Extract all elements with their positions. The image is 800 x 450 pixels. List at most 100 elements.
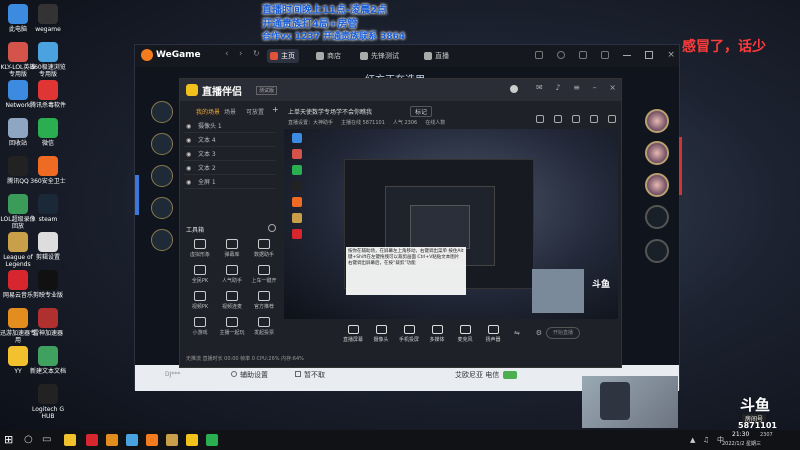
tool-label: 视频PK [191, 304, 209, 310]
tab-scenes[interactable]: 场景 [224, 107, 236, 116]
layout-icon[interactable] [590, 115, 598, 123]
add-scene-icon[interactable]: + [272, 105, 279, 114]
desktop-icon[interactable]: 新建文本文档 [30, 346, 66, 375]
desktop-icon[interactable]: 360极速浏览专用版 [30, 42, 66, 78]
screenshot-icon[interactable] [536, 115, 544, 123]
desktop-icon[interactable]: wegame [30, 4, 66, 33]
desktop-icon-label: 新建文本文档 [30, 368, 67, 375]
desktop-icon[interactable]: steam [30, 194, 66, 223]
desktop-icon-label: wegame [35, 26, 61, 33]
taskbar-lol-icon[interactable] [166, 434, 178, 446]
network-icon[interactable]: ▲ [690, 434, 695, 446]
app-icon [8, 42, 28, 62]
minimize-icon[interactable] [623, 55, 632, 56]
close-icon[interactable]: × [609, 83, 616, 92]
toolbox-more-icon[interactable] [268, 224, 276, 232]
overlay-line-3: 合作vx 1237 开通贵族联系 3864 [262, 32, 406, 42]
user-avatar-icon[interactable] [510, 85, 518, 93]
status-item: 在线人数 [425, 120, 446, 126]
toolbox-item[interactable]: 虚拟形象 [186, 239, 214, 258]
tab-pioneer-test[interactable]: 先锋测试 [357, 49, 403, 63]
search-icon[interactable]: ○ [24, 434, 33, 446]
task-view-icon[interactable]: ▭ [42, 434, 51, 446]
bell-icon[interactable]: ♪ [555, 83, 560, 92]
toolbox-item[interactable]: 主播一起玩 [218, 317, 246, 336]
visibility-eye-icon[interactable]: ◉ [186, 121, 191, 133]
taskbar-accelerator-icon[interactable] [106, 434, 118, 446]
visibility-eye-icon[interactable]: ◉ [186, 135, 191, 147]
stream-tag-button[interactable]: 标记 [410, 106, 433, 117]
record-icon[interactable] [554, 115, 562, 123]
taskbar-wechat-icon[interactable] [206, 434, 218, 446]
desktop-icon[interactable]: 剪映专业版 [30, 270, 66, 299]
desktop-icon[interactable]: 剪辑设置 [30, 232, 66, 261]
skip-button[interactable]: 暂不取 [295, 370, 325, 380]
volume-icon[interactable]: ♫ [703, 434, 709, 446]
tab-my-scenes[interactable]: 我的场景 [196, 107, 220, 116]
mail-icon[interactable] [579, 51, 588, 59]
preview-canvas[interactable]: 按你在辅助场，在屏幕左上角移动，右键调出菜单 按住Alt键+Shift在左键拖拽… [284, 129, 618, 319]
scene-row[interactable]: ◉ 文本 3 [184, 149, 276, 161]
tab-placeable[interactable]: 可放置 [246, 107, 264, 116]
back-icon[interactable]: ‹ [225, 49, 229, 59]
desktop-icon[interactable]: 360安全卫士 [30, 156, 66, 185]
share-icon[interactable] [572, 115, 580, 123]
bottom-tool-button[interactable]: 扬声器 [478, 325, 508, 343]
desktop-icon[interactable]: 雷神加速器 [30, 308, 66, 337]
taskbar-browser-icon[interactable] [126, 434, 138, 446]
bottom-tool-button[interactable]: 多媒体 [422, 325, 452, 343]
menu-icon[interactable]: ≡ [573, 83, 580, 92]
chat-icon[interactable] [535, 51, 543, 59]
tool-icon [226, 265, 238, 275]
taskbar-wegame-icon[interactable] [146, 434, 158, 446]
scene-row[interactable]: ◉ 文本 4 [184, 135, 276, 147]
taskbar-music-icon[interactable] [86, 434, 98, 446]
mail-icon[interactable]: ✉ [536, 83, 543, 92]
toolbox-item[interactable]: 官方推荐 [250, 291, 278, 310]
tab-home[interactable]: 主页 [267, 49, 299, 63]
user-icon[interactable] [557, 51, 566, 59]
toolbox-item[interactable]: 小游戏 [186, 317, 214, 336]
refresh-icon[interactable]: ↻ [253, 49, 260, 58]
tool-icon [194, 265, 206, 275]
taskbar-companion-icon[interactable] [186, 434, 198, 446]
desktop-icon[interactable]: Logitech G HUB [30, 384, 66, 420]
bottom-tool-button[interactable]: 摄像头 [366, 325, 396, 343]
fullscreen-icon[interactable] [608, 115, 616, 123]
bottom-tool-button[interactable]: 麦克风 [450, 325, 480, 343]
bottom-tool-button[interactable]: 直播屏幕 [338, 325, 368, 343]
bottom-tool-button[interactable]: 手机投屏 [394, 325, 424, 343]
visibility-eye-icon[interactable]: ◉ [186, 149, 191, 161]
settings-icon[interactable] [601, 51, 610, 59]
windows-start-icon[interactable]: ⊞ [4, 434, 13, 446]
toolbox-item[interactable]: 上车一键开 [250, 265, 278, 284]
toolbox-item[interactable]: 弹幕库 [218, 239, 246, 258]
minimize-icon[interactable]: – [593, 83, 597, 92]
red-avatar-5 [645, 239, 669, 263]
close-icon[interactable]: × [667, 51, 675, 61]
scene-row[interactable]: ◉ 摄像头 1 [184, 121, 276, 133]
desktop-icon[interactable]: 微信 [30, 118, 66, 147]
app-icon [38, 270, 58, 290]
scene-row[interactable]: ◉ 全屏 1 [184, 177, 276, 189]
toolbox-item[interactable]: 数据助手 [250, 239, 278, 258]
visibility-eye-icon[interactable]: ◉ [186, 177, 191, 189]
assist-settings-button[interactable]: 辅助设置 [231, 370, 268, 380]
forward-icon[interactable]: › [239, 49, 243, 59]
tool-label: 官方推荐 [253, 304, 274, 310]
toolbox-item[interactable]: 全民PK [186, 265, 214, 284]
layout-switch-icon[interactable]: ⇋ [514, 329, 520, 337]
gear-icon[interactable]: ⚙ [536, 329, 542, 337]
scene-row[interactable]: ◉ 文本 2 [184, 163, 276, 175]
visibility-eye-icon[interactable]: ◉ [186, 163, 191, 175]
tab-store[interactable]: 商店 [313, 49, 345, 63]
toolbox-item[interactable]: 视频PK [186, 291, 214, 310]
toolbox-item[interactable]: 视频连麦 [218, 291, 246, 310]
desktop-icon[interactable]: 腾讯杀毒软件 [30, 80, 66, 109]
toolbox-item[interactable]: 人气助手 [218, 265, 246, 284]
maximize-icon[interactable] [645, 51, 654, 59]
tab-live[interactable]: 直播 [421, 49, 453, 63]
toolbox-item[interactable]: 发起投票 [250, 317, 278, 336]
start-stream-button[interactable]: 开始直播 [546, 327, 580, 339]
taskbar-explorer-icon[interactable] [64, 434, 76, 446]
